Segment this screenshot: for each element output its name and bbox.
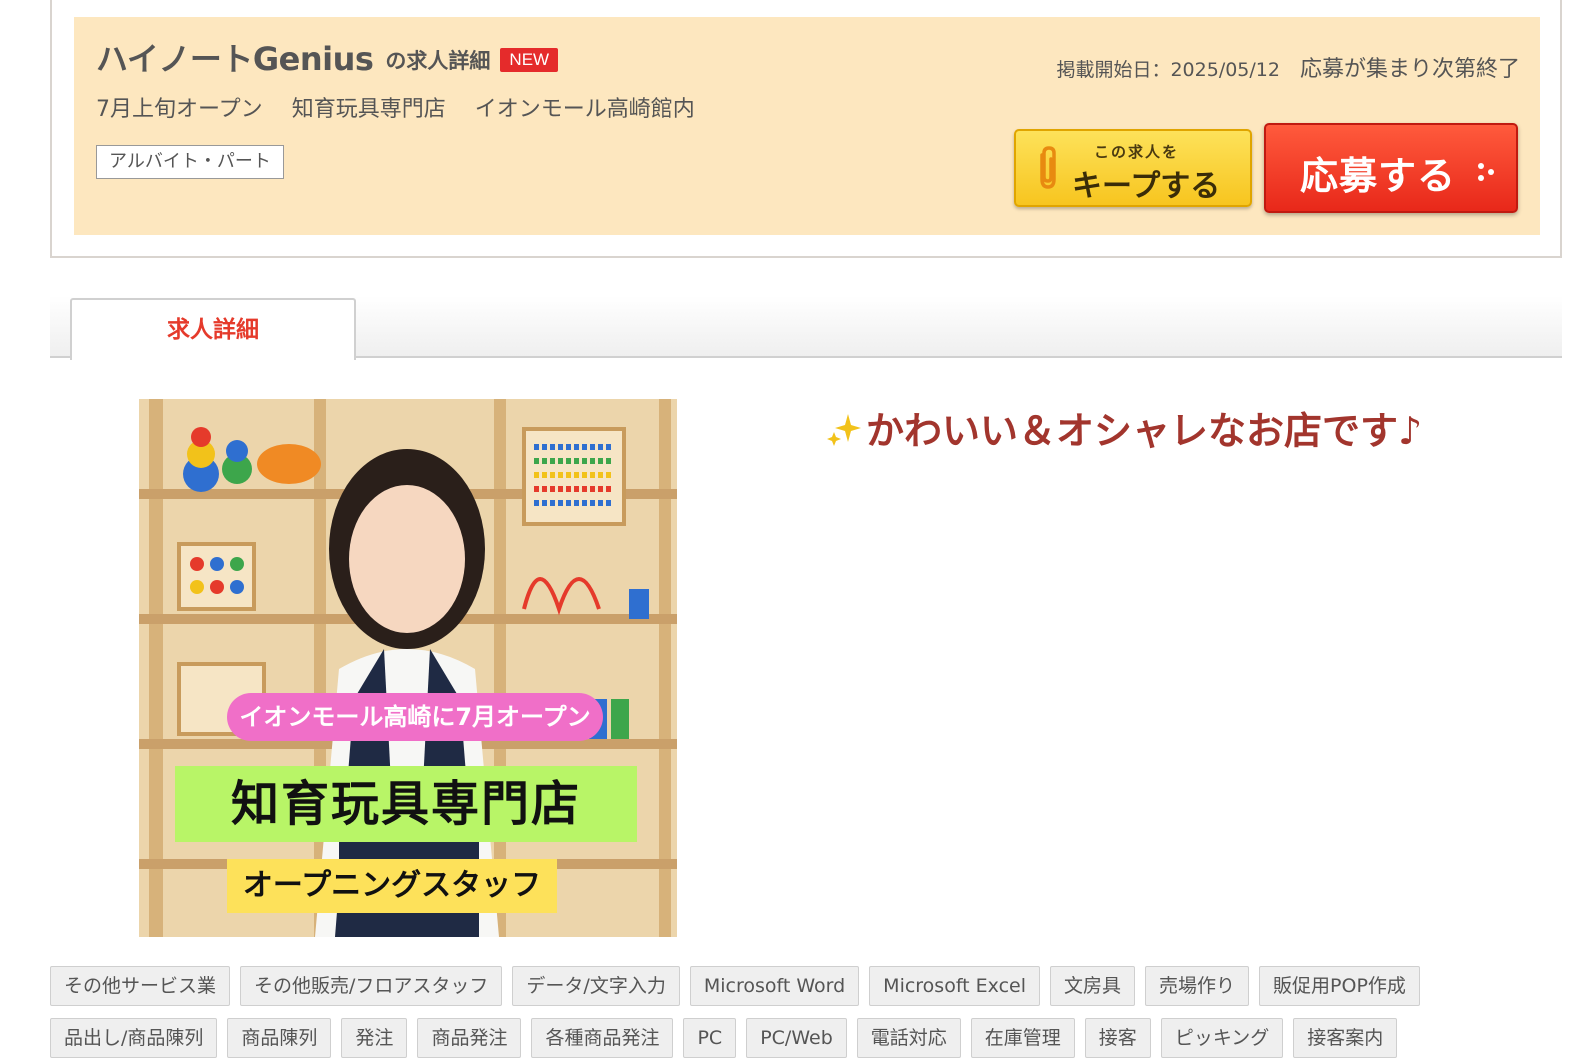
job-tag[interactable]: 商品発注 — [417, 1018, 522, 1058]
subtitle-part: 知育玩具専門店 — [291, 97, 446, 122]
tab-job-details[interactable]: 求人詳細 — [70, 298, 356, 360]
keep-button-small-label: この求人を — [1094, 143, 1180, 161]
posted-date: 2025/05/12 — [1170, 59, 1280, 81]
job-tags-row-2: 品出し/商品陳列 商品陳列 発注 商品発注 各種商品発注 PC PC/Web 電… — [50, 1018, 1398, 1058]
paperclip-icon — [1040, 146, 1056, 189]
subtitle-part: 7月上旬オープン — [96, 97, 263, 122]
job-title: ハイノートGenius の求人詳細 NEW — [96, 39, 559, 79]
job-main-photo: イオンモール高崎に7月オープン 知育玩具専門店 オープニングスタッフ — [139, 399, 677, 937]
job-tag[interactable]: 販促用POP作成 — [1259, 966, 1420, 1006]
tab-bar: 求人詳細 — [50, 296, 1562, 360]
toy-store-photo — [139, 399, 677, 937]
job-tag[interactable]: 接客案内 — [1293, 1018, 1398, 1058]
job-tag[interactable]: 発注 — [341, 1018, 408, 1058]
job-tag[interactable]: その他サービス業 — [50, 966, 231, 1006]
job-tag[interactable]: 文房具 — [1050, 966, 1136, 1006]
job-tag[interactable]: Microsoft Excel — [869, 966, 1041, 1006]
apply-button[interactable]: 応募する — [1264, 123, 1518, 213]
job-tag[interactable]: 電話対応 — [856, 1018, 961, 1058]
photo-pink-banner: イオンモール高崎に7月オープン — [227, 693, 603, 741]
posting-end-label: 応募が集まり次第終了 — [1299, 57, 1520, 82]
employment-type-tag: アルバイト・パート — [96, 145, 284, 179]
photo-green-banner: 知育玩具専門店 — [175, 766, 637, 842]
sparkle-icon — [827, 414, 861, 446]
job-subtitle: 7月上旬オープン 知育玩具専門店 イオンモール高崎館内 — [96, 91, 717, 123]
job-tag[interactable]: ピッキング — [1160, 1018, 1284, 1058]
posting-info: 掲載開始日：2025/05/12 応募が集まり次第終了 — [1056, 51, 1520, 83]
company-name[interactable]: ハイノートGenius — [96, 39, 374, 79]
keep-button-label: キープする — [1072, 169, 1221, 204]
title-suffix: の求人詳細 — [385, 49, 491, 73]
keep-job-button[interactable]: この求人を キープする — [1014, 129, 1252, 207]
job-tag[interactable]: その他販売/フロアスタッフ — [240, 966, 503, 1006]
job-tags-row-1: その他サービス業 その他販売/フロアスタッフ データ/文字入力 Microsof… — [50, 966, 1420, 1006]
job-tag[interactable]: データ/文字入力 — [512, 966, 680, 1006]
subtitle-part: イオンモール高崎館内 — [474, 97, 695, 122]
job-header-card: ハイノートGenius の求人詳細 NEW 7月上旬オープン 知育玩具専門店 イ… — [50, 0, 1562, 258]
job-tag[interactable]: 商品陳列 — [227, 1018, 332, 1058]
job-tag[interactable]: 接客 — [1084, 1018, 1151, 1058]
job-tag[interactable]: PC/Web — [746, 1018, 847, 1058]
job-tag[interactable]: 在庫管理 — [970, 1018, 1075, 1058]
job-tag[interactable]: Microsoft Word — [689, 966, 860, 1006]
catch-copy-text: かわいい＆オシャレなお店です♪ — [866, 409, 1423, 453]
job-tag[interactable]: PC — [683, 1018, 737, 1058]
job-tag[interactable]: 売場作り — [1145, 966, 1250, 1006]
photo-yellow-banner: オープニングスタッフ — [227, 859, 557, 913]
posted-date-label: 掲載開始日： — [1056, 59, 1171, 81]
catch-copy: かわいい＆オシャレなお店です♪ — [826, 400, 1422, 455]
dots-icon — [1478, 163, 1494, 181]
job-tag[interactable]: 品出し/商品陳列 — [50, 1018, 218, 1058]
apply-button-label: 応募する — [1300, 154, 1457, 198]
job-tag[interactable]: 各種商品発注 — [531, 1018, 674, 1058]
job-header-panel: ハイノートGenius の求人詳細 NEW 7月上旬オープン 知育玩具専門店 イ… — [74, 17, 1540, 235]
new-badge: NEW — [500, 48, 559, 72]
